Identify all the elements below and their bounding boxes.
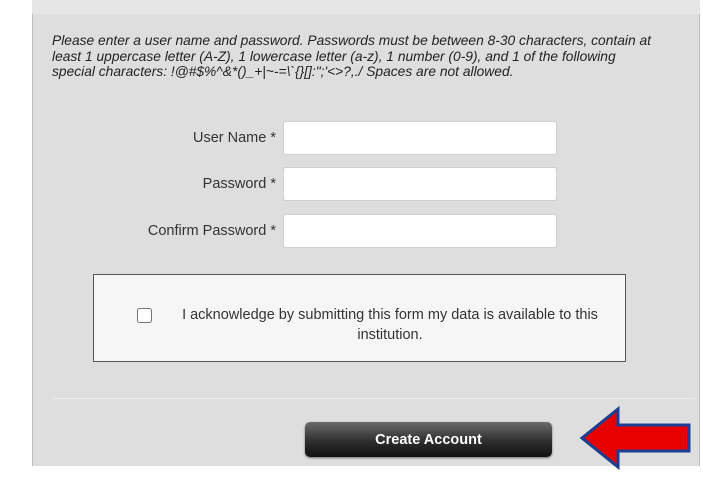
confirm-password-row: Confirm Password * xyxy=(0,214,703,250)
confirm-password-input[interactable] xyxy=(283,214,557,248)
username-row: User Name * xyxy=(0,121,703,157)
password-input[interactable] xyxy=(283,167,557,201)
create-account-button[interactable]: Create Account xyxy=(305,422,552,457)
page-frame: Please enter a user name and password. P… xyxy=(0,0,703,491)
acknowledge-checkbox[interactable] xyxy=(137,308,152,323)
divider xyxy=(53,398,695,399)
left-arrow-icon xyxy=(580,405,691,471)
panel-top-strip xyxy=(32,0,700,14)
acknowledge-text: I acknowledge by submitting this form my… xyxy=(182,307,598,343)
username-input[interactable] xyxy=(283,121,557,155)
username-label: User Name * xyxy=(193,130,276,146)
confirm-password-label: Confirm Password * xyxy=(147,223,276,239)
password-label: Password * xyxy=(202,176,276,192)
password-instructions: Please enter a user name and password. P… xyxy=(52,33,651,79)
password-row: Password * xyxy=(0,167,703,203)
acknowledgement-box: I acknowledge by submitting this form my… xyxy=(93,274,626,362)
